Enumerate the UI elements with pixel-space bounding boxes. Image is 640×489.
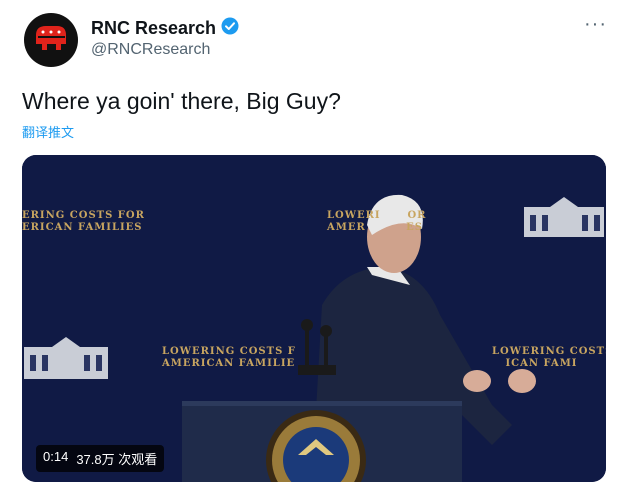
backdrop-banner: ERING COSTS FOR ERICAN FAMILIES: [22, 210, 145, 233]
elephant-logo-icon: [33, 23, 69, 58]
backdrop-banner: LOWERING COSTS F AMERICAN FAMILIE: [162, 346, 296, 369]
video-player[interactable]: ERING COSTS FOR ERICAN FAMILIES LOWERI O…: [22, 155, 606, 482]
video-duration: 0:14: [43, 449, 69, 464]
backdrop-banner: LOWERING COSTS ICAN FAMI: [492, 346, 606, 369]
video-frame: [22, 155, 606, 482]
verified-icon: [221, 17, 239, 40]
view-count: 37.8万 次观看: [76, 452, 158, 467]
more-icon[interactable]: ···: [584, 14, 607, 34]
author-name-row[interactable]: RNC Research: [91, 17, 239, 40]
author-handle[interactable]: @RNCResearch: [91, 41, 210, 59]
backdrop-banner: LOWERI OR AMER ES: [327, 210, 427, 233]
video-stats-badge: 0:14 37.8万 次观看: [36, 445, 165, 472]
avatar[interactable]: [24, 13, 78, 67]
author-name[interactable]: RNC Research: [91, 18, 216, 39]
tweet-text: Where ya goin' there, Big Guy?: [22, 88, 341, 114]
translate-tweet-link[interactable]: 翻译推文: [22, 122, 74, 141]
